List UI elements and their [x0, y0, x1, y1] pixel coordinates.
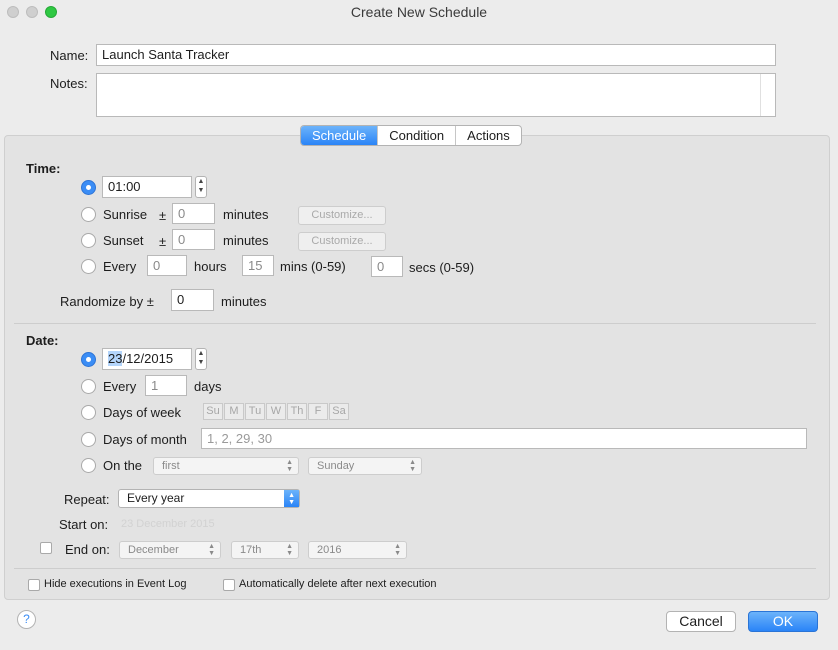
hide-executions-checkbox[interactable]	[28, 579, 40, 591]
time-stepper[interactable]: ▲ ▼	[195, 176, 207, 198]
time-heading: Time:	[26, 161, 61, 176]
repeat-label: Repeat:	[64, 492, 110, 507]
end-day-value: 17th	[240, 544, 262, 556]
date-input[interactable]: 23/12/2015	[102, 348, 192, 370]
tab-schedule[interactable]: Schedule	[301, 126, 378, 145]
days-of-month-radio[interactable]	[81, 432, 96, 447]
sunset-customize-button[interactable]: Customize...	[298, 232, 386, 251]
ordinal-value: first	[162, 460, 180, 472]
date-stepper[interactable]: ▲ ▼	[195, 348, 207, 370]
stepper-down-icon: ▼	[197, 359, 205, 366]
date-on-radio[interactable]	[81, 352, 96, 367]
start-on-value: 23 December 2015	[121, 518, 215, 530]
help-button[interactable]: ?	[17, 610, 36, 629]
stepper-up-icon: ▲	[197, 350, 205, 357]
auto-delete-label: Automatically delete after next executio…	[239, 578, 437, 590]
options-divider	[14, 568, 816, 569]
stepper-up-icon: ▲	[197, 178, 205, 185]
days-of-month-input[interactable]: 1, 2, 29, 30	[201, 428, 807, 449]
end-year-value: 2016	[317, 544, 342, 556]
time-date-divider	[14, 323, 816, 324]
window-title: Create New Schedule	[350, 4, 488, 20]
days-of-week-label: Days of week	[103, 405, 182, 420]
days-of-week-radio[interactable]	[81, 405, 96, 420]
tab-bar: Schedule Condition Actions	[300, 125, 522, 146]
tab-condition[interactable]: Condition	[377, 126, 455, 145]
dow-thursday-toggle[interactable]: Th	[287, 403, 307, 420]
updown-chevron-icon: ▲ ▼	[286, 459, 293, 473]
date-day-segment: 23	[108, 351, 123, 366]
every-time-label: Every	[103, 259, 137, 274]
secs-label: secs (0-59)	[409, 260, 475, 275]
date-heading: Date:	[26, 333, 59, 348]
updown-chevron-icon: ▲ ▼	[286, 543, 293, 557]
end-on-checkbox[interactable]	[40, 542, 52, 554]
end-month-value: December	[128, 544, 179, 556]
date-rest-segment: /12/2015	[122, 351, 174, 366]
sunrise-offset-input[interactable]: 0	[172, 203, 215, 224]
end-day-popup[interactable]: 17th ▲ ▼	[231, 541, 299, 559]
ok-button[interactable]: OK	[748, 611, 818, 632]
cancel-button[interactable]: Cancel	[666, 611, 736, 632]
dow-sunday-toggle[interactable]: Su	[203, 403, 223, 420]
weekday-popup[interactable]: Sunday ▲ ▼	[308, 457, 422, 475]
hours-label: hours	[194, 259, 227, 274]
sunset-plusminus: ±	[159, 234, 167, 249]
updown-chevron-icon: ▲ ▼	[288, 492, 295, 506]
repeat-value: Every year	[127, 491, 185, 505]
every-hours-input[interactable]: 0	[147, 255, 187, 276]
updown-chevron-icon: ▲ ▼	[394, 543, 401, 557]
repeat-popup[interactable]: Every year ▲ ▼	[118, 489, 300, 508]
time-at-radio[interactable]	[81, 180, 96, 195]
days-of-month-label: Days of month	[103, 432, 187, 447]
sunrise-customize-button[interactable]: Customize...	[298, 206, 386, 225]
name-label: Name:	[50, 48, 89, 63]
sunset-label: Sunset	[103, 233, 144, 248]
dow-wednesday-toggle[interactable]: W	[266, 403, 286, 420]
every-days-label: Every	[103, 379, 137, 394]
updown-chevron-icon: ▲ ▼	[409, 459, 416, 473]
on-the-radio[interactable]	[81, 458, 96, 473]
randomize-input[interactable]: 0	[171, 289, 214, 311]
dow-saturday-toggle[interactable]: Sa	[329, 403, 349, 420]
on-the-label: On the	[103, 458, 143, 473]
sunrise-plusminus: ±	[159, 208, 167, 223]
hide-executions-label: Hide executions in Event Log	[44, 578, 187, 590]
dow-monday-toggle[interactable]: M	[224, 403, 244, 420]
weekday-value: Sunday	[317, 460, 355, 472]
randomize-label: Randomize by ±	[60, 294, 154, 309]
sunrise-radio[interactable]	[81, 207, 96, 222]
notes-label: Notes:	[50, 76, 88, 91]
auto-delete-checkbox[interactable]	[223, 579, 235, 591]
updown-chevron-icon: ▲ ▼	[208, 543, 215, 557]
every-days-radio[interactable]	[81, 379, 96, 394]
sunset-minutes-label: minutes	[223, 233, 269, 248]
end-month-popup[interactable]: December ▲ ▼	[119, 541, 221, 559]
randomize-minutes-label: minutes	[221, 294, 267, 309]
days-label: days	[194, 379, 222, 394]
start-on-label: Start on:	[59, 517, 109, 532]
stepper-down-icon: ▼	[197, 187, 205, 194]
name-input[interactable]: Launch Santa Tracker	[96, 44, 776, 66]
dow-friday-toggle[interactable]: F	[308, 403, 328, 420]
every-time-radio[interactable]	[81, 259, 96, 274]
time-input[interactable]: 01:00	[102, 176, 192, 198]
sunrise-label: Sunrise	[103, 207, 148, 222]
end-on-label: End on:	[65, 542, 110, 557]
notes-scrollbar[interactable]	[760, 74, 761, 116]
every-days-input[interactable]: 1	[145, 375, 187, 396]
sunrise-minutes-label: minutes	[223, 207, 269, 222]
tab-actions[interactable]: Actions	[455, 126, 521, 145]
ordinal-popup[interactable]: first ▲ ▼	[153, 457, 299, 475]
dow-tuesday-toggle[interactable]: Tu	[245, 403, 265, 420]
sunset-offset-input[interactable]: 0	[172, 229, 215, 250]
every-mins-input[interactable]: 15	[242, 255, 274, 276]
notes-textarea[interactable]	[96, 73, 776, 117]
every-secs-input[interactable]: 0	[371, 256, 403, 277]
sunset-radio[interactable]	[81, 233, 96, 248]
mins-label: mins (0-59)	[280, 259, 346, 274]
end-year-popup[interactable]: 2016 ▲ ▼	[308, 541, 407, 559]
